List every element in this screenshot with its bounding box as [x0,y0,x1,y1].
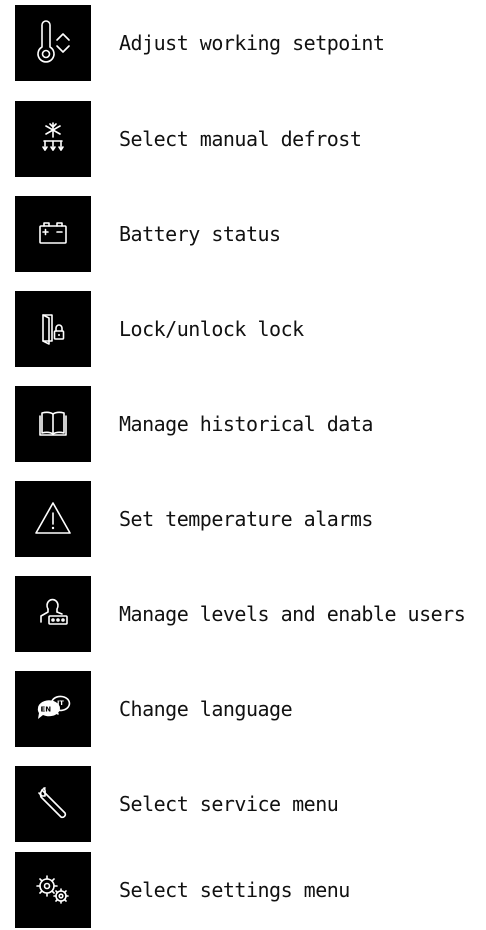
menu-item-temperature-alarms[interactable]: Set temperature alarms [15,481,486,557]
defrost-icon [15,101,91,177]
menu-item-manage-users[interactable]: Manage levels and enable users [15,576,486,652]
menu-item-lock-unlock[interactable]: Lock/unlock lock [15,291,486,367]
warning-icon [15,481,91,557]
menu-list: Adjust working setpoint Select manual de… [15,0,486,930]
user-password-icon [15,576,91,652]
menu-item-historical-data[interactable]: Manage historical data [15,386,486,462]
menu-item-label: Lock/unlock lock [119,317,304,341]
book-icon [15,386,91,462]
menu-item-manual-defrost[interactable]: Select manual defrost [15,101,486,177]
menu-item-label: Select service menu [119,792,339,816]
menu-item-change-language[interactable]: EN IT Change language [15,671,486,747]
language-icon: EN IT [15,671,91,747]
menu-item-label: Change language [119,697,293,721]
svg-text:EN: EN [41,706,52,714]
menu-item-battery-status[interactable]: Battery status [15,196,486,272]
menu-item-label: Manage historical data [119,412,373,436]
menu-item-settings-menu[interactable]: Select settings menu [15,852,486,928]
menu-item-label: Manage levels and enable users [119,602,466,626]
menu-item-label: Set temperature alarms [119,507,373,531]
wrench-icon [15,766,91,842]
svg-text:IT: IT [57,699,64,707]
menu-item-label: Battery status [119,222,281,246]
menu-item-label: Select manual defrost [119,127,362,151]
battery-icon [15,196,91,272]
menu-item-service-menu[interactable]: Select service menu [15,766,486,842]
menu-item-label: Adjust working setpoint [119,31,385,55]
menu-item-label: Select settings menu [119,878,350,902]
gears-icon [15,852,91,928]
menu-item-adjust-setpoint[interactable]: Adjust working setpoint [15,5,486,81]
thermometer-adjust-icon [15,5,91,81]
door-lock-icon [15,291,91,367]
